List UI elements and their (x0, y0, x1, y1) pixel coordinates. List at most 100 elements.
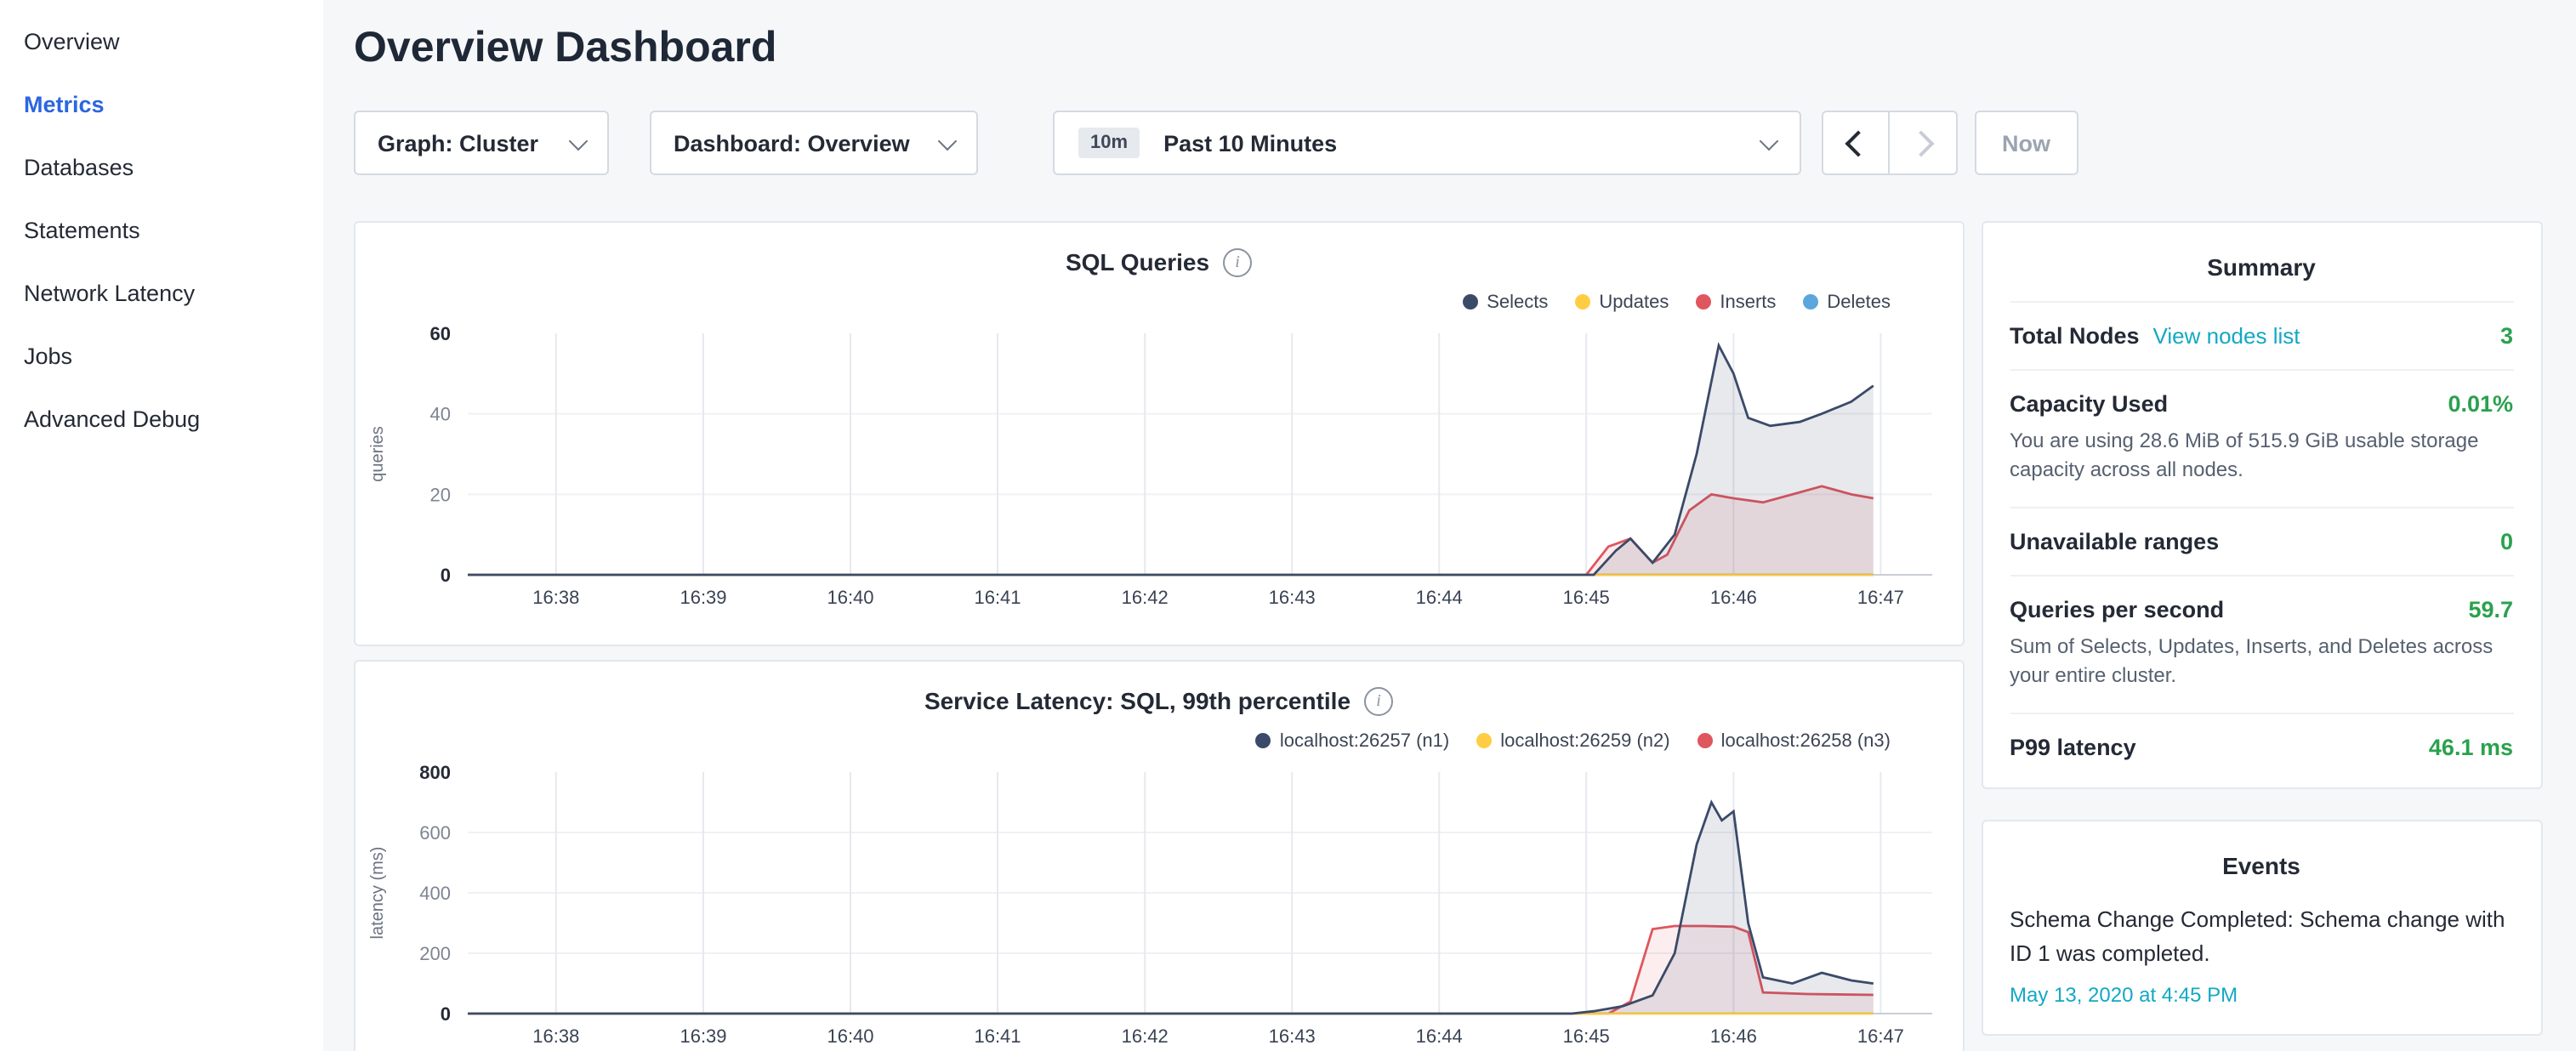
page-title: Overview Dashboard (354, 24, 2542, 73)
events-heading: Events (2010, 821, 2513, 899)
legend-label: localhost:26257 (n1) (1280, 730, 1449, 751)
sidebar-item-advanced-debug[interactable]: Advanced Debug (0, 388, 323, 451)
summary-label: P99 latency (2010, 734, 2136, 759)
sql-queries-chart[interactable]: 16:3816:3916:4016:4116:4216:4316:4416:45… (362, 320, 1955, 612)
legend-label: Updates (1599, 292, 1669, 312)
svg-text:200: 200 (419, 943, 451, 964)
sidebar-item-statements[interactable]: Statements (0, 199, 323, 262)
svg-text:800: 800 (419, 762, 451, 783)
summary-row-capacity-used: Capacity Used 0.01% You are using 28.6 M… (2010, 369, 2513, 507)
sidebar-item-metrics[interactable]: Metrics (0, 73, 323, 136)
summary-label: Queries per second (2010, 597, 2224, 622)
app-window: Overview Metrics Databases Statements Ne… (0, 0, 2576, 1051)
event-item[interactable]: Schema Change Completed: Schema change w… (2010, 899, 2513, 1027)
view-nodes-list-link[interactable]: View nodes list (2153, 323, 2300, 349)
legend-item[interactable]: localhost:26257 (n1) (1256, 730, 1449, 751)
summary-column: Summary Total Nodes View nodes list 3 Ca… (1981, 221, 2542, 1051)
svg-text:600: 600 (419, 822, 451, 844)
events-panel: Events Schema Change Completed: Schema c… (1981, 819, 2542, 1036)
dashboard-dropdown-label: Dashboard: Overview (674, 130, 910, 156)
chart-legend: localhost:26257 (n1) localhost:26259 (n2)… (355, 719, 1962, 753)
legend-item[interactable]: localhost:26259 (n2) (1476, 730, 1669, 751)
service-latency-chart-panel: Service Latency: SQL, 99th percentile i … (354, 660, 1964, 1051)
legend-label: Inserts (1720, 292, 1776, 312)
summary-row-total-nodes: Total Nodes View nodes list 3 (2010, 301, 2513, 369)
dashboard-grid: SQL Queries i Selects Updates Inserts Delet… (354, 221, 2542, 1051)
svg-text:400: 400 (419, 883, 451, 904)
chevron-down-icon (569, 131, 589, 151)
svg-text:latency (ms): latency (ms) (368, 847, 387, 940)
legend-dot (1476, 733, 1492, 748)
summary-value: 46.1 ms (2429, 734, 2513, 759)
svg-text:16:45: 16:45 (1563, 1025, 1610, 1047)
svg-text:16:47: 16:47 (1857, 587, 1904, 608)
summary-row-unavailable-ranges: Unavailable ranges 0 (2010, 507, 2513, 575)
svg-text:queries: queries (368, 426, 387, 482)
svg-text:16:38: 16:38 (532, 1025, 579, 1047)
svg-text:16:47: 16:47 (1857, 1025, 1904, 1047)
sidebar-nav: Overview Metrics Databases Statements Ne… (0, 0, 323, 1051)
chart-svg: 16:3816:3916:4016:4116:4216:4316:4416:45… (362, 320, 1956, 612)
info-icon[interactable]: i (1364, 686, 1393, 715)
summary-description: You are using 28.6 MiB of 515.9 GiB usab… (2010, 427, 2513, 486)
legend-item[interactable]: Deletes (1803, 292, 1891, 312)
summary-value: 0 (2500, 529, 2513, 554)
dashboard-toolbar: Graph: Cluster Dashboard: Overview 10m P… (354, 111, 2542, 175)
event-timestamp[interactable]: May 13, 2020 at 4:45 PM (2010, 983, 2513, 1007)
summary-row-p99-latency: P99 latency 46.1 ms (2010, 712, 2513, 780)
layout: Overview Metrics Databases Statements Ne… (0, 0, 2576, 1051)
service-latency-chart[interactable]: 16:38 16:39 16:40 16:41 16:42 16:43 16:44 16:45… (362, 758, 1955, 1051)
legend-dot (1696, 294, 1711, 310)
summary-panel: Summary Total Nodes View nodes list 3 Ca… (1981, 221, 2542, 788)
summary-value: 0.01% (2448, 391, 2513, 417)
sidebar-item-network-latency[interactable]: Network Latency (0, 262, 323, 325)
legend-item[interactable]: Updates (1575, 292, 1669, 312)
svg-text:40: 40 (430, 404, 451, 425)
svg-text:16:39: 16:39 (680, 1025, 726, 1047)
time-range-picker[interactable]: 10m Past 10 Minutes (1053, 111, 1801, 175)
time-back-button[interactable] (1822, 111, 1890, 175)
chart-title: SQL Queries (1066, 248, 1209, 276)
legend-dot (1463, 294, 1478, 310)
chevron-right-icon (1907, 129, 1933, 156)
legend-dot (1803, 294, 1818, 310)
graph-scope-dropdown[interactable]: Graph: Cluster (354, 111, 609, 175)
event-message: Schema Change Completed: Schema change w… (2010, 902, 2513, 973)
svg-text:16:42: 16:42 (1122, 587, 1169, 608)
time-range-badge: 10m (1078, 128, 1140, 158)
chart-legend: Selects Updates Inserts Deletes (355, 281, 1962, 315)
legend-item[interactable]: Inserts (1696, 292, 1776, 312)
svg-text:16:43: 16:43 (1269, 587, 1316, 608)
main-content: Overview Dashboard Graph: Cluster Dashbo… (323, 0, 2576, 1051)
graph-scope-label: Graph: Cluster (378, 130, 538, 156)
svg-text:16:43: 16:43 (1269, 1025, 1316, 1047)
legend-label: Selects (1487, 292, 1548, 312)
sidebar-item-overview[interactable]: Overview (0, 10, 323, 73)
legend-item[interactable]: Selects (1463, 292, 1548, 312)
svg-text:16:41: 16:41 (974, 1025, 1021, 1047)
summary-value: 3 (2500, 323, 2513, 349)
time-nav-buttons (1822, 111, 1958, 175)
info-icon[interactable]: i (1223, 247, 1252, 276)
chevron-left-icon (1845, 129, 1871, 156)
svg-text:16:44: 16:44 (1416, 1025, 1463, 1047)
dashboard-dropdown[interactable]: Dashboard: Overview (650, 111, 978, 175)
chart-svg: 16:38 16:39 16:40 16:41 16:42 16:43 16:44 16:45… (362, 758, 1956, 1051)
sidebar-item-jobs[interactable]: Jobs (0, 325, 323, 388)
svg-text:16:41: 16:41 (974, 587, 1021, 608)
time-range-label: Past 10 Minutes (1163, 130, 1337, 156)
svg-text:16:46: 16:46 (1710, 1025, 1757, 1047)
now-button[interactable]: Now (1975, 111, 2078, 175)
chart-title-row: Service Latency: SQL, 99th percentile i (355, 662, 1962, 719)
svg-text:16:42: 16:42 (1122, 1025, 1169, 1047)
svg-text:16:38: 16:38 (532, 587, 579, 608)
time-forward-button[interactable] (1890, 111, 1958, 175)
svg-text:16:46: 16:46 (1710, 587, 1757, 608)
svg-text:16:45: 16:45 (1563, 587, 1610, 608)
legend-item[interactable]: localhost:26258 (n3) (1697, 730, 1891, 751)
svg-text:0: 0 (441, 565, 451, 586)
chart-title-row: SQL Queries i (355, 223, 1962, 281)
sidebar-item-databases[interactable]: Databases (0, 136, 323, 199)
svg-text:16:40: 16:40 (827, 1025, 873, 1047)
legend-dot (1697, 733, 1713, 748)
